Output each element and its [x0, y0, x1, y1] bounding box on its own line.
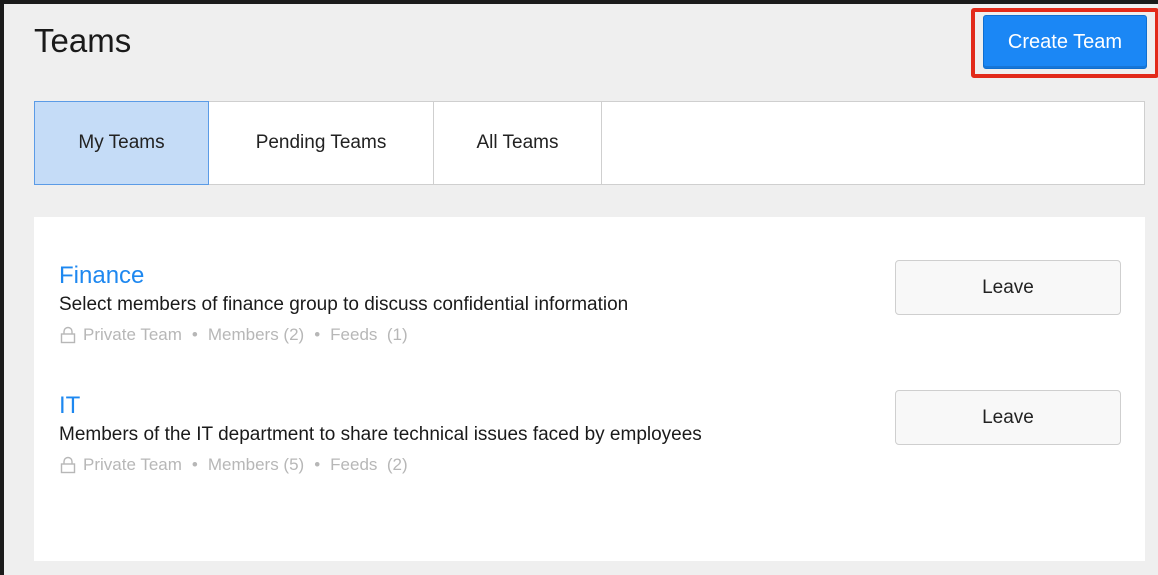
teams-tabs: My Teams Pending Teams All Teams	[34, 101, 1145, 185]
tab-my-teams[interactable]: My Teams	[34, 101, 209, 185]
lock-icon	[59, 456, 77, 474]
team-name-link[interactable]: IT	[59, 392, 80, 420]
meta-separator: •	[314, 455, 321, 474]
leave-button[interactable]: Leave	[895, 390, 1121, 445]
teams-page: Teams Create Team My Teams Pending Teams…	[0, 0, 1158, 575]
meta-separator: •	[314, 325, 321, 344]
team-feeds-count[interactable]: Feeds (1)	[330, 322, 407, 348]
team-meta: Private Team • Members (2) • Feeds (1)	[59, 322, 1145, 348]
create-team-button[interactable]: Create Team	[983, 15, 1147, 69]
team-feeds-count[interactable]: Feeds (2)	[330, 452, 407, 478]
team-members-count[interactable]: Members (2)	[208, 322, 304, 348]
lock-icon	[59, 326, 77, 344]
leave-button[interactable]: Leave	[895, 260, 1121, 315]
team-list: Finance Select members of finance group …	[34, 217, 1145, 561]
page-title: Teams	[34, 22, 132, 59]
tab-all-teams[interactable]: All Teams	[434, 102, 602, 184]
team-description: Members of the IT department to share te…	[59, 424, 702, 445]
team-description: Select members of finance group to discu…	[59, 294, 629, 315]
team-privacy: Private Team	[83, 325, 182, 344]
team-privacy: Private Team	[83, 455, 182, 474]
meta-separator: •	[191, 325, 198, 344]
tab-pending-teams[interactable]: Pending Teams	[209, 102, 434, 184]
team-meta: Private Team • Members (5) • Feeds (2)	[59, 452, 1145, 478]
team-name-link[interactable]: Finance	[59, 262, 144, 290]
team-members-count[interactable]: Members (5)	[208, 452, 304, 478]
meta-separator: •	[191, 455, 198, 474]
